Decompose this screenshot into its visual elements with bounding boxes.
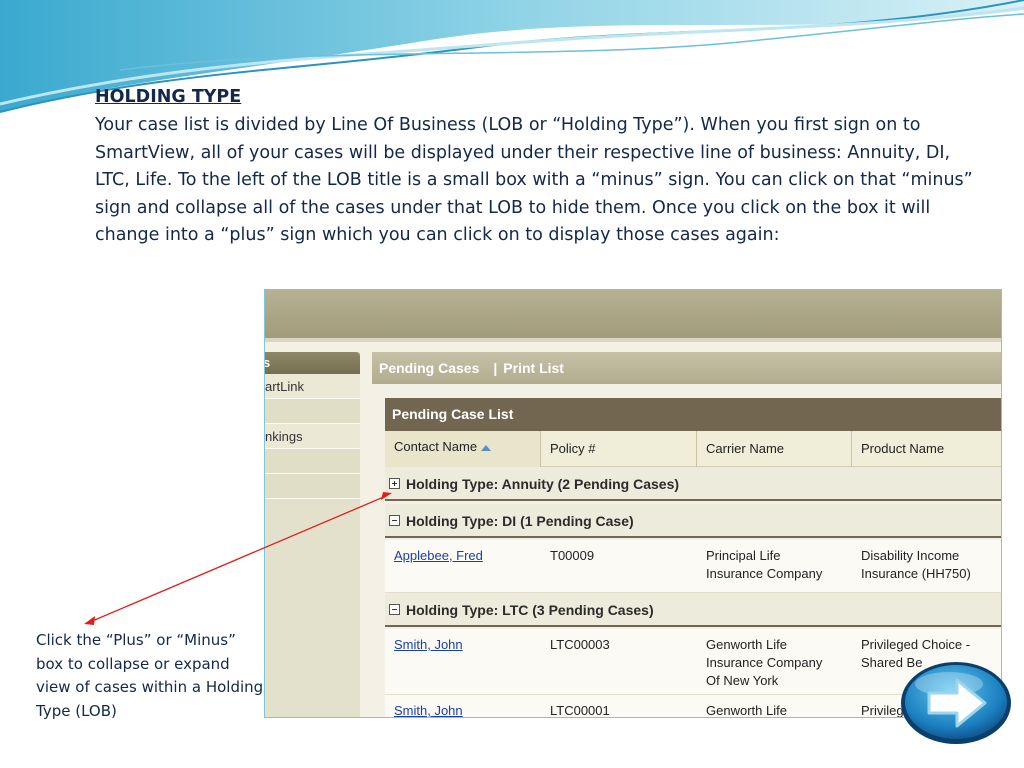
table-row: Applebee, Fred T00009 Principal Life Insu… [385,540,1001,593]
cell-contact: Smith, John [385,629,541,694]
next-arrow-icon[interactable] [899,660,1013,746]
slide-intro-text: Your case list is divided by Line Of Bus… [95,115,973,245]
tab-separator: | [493,360,498,376]
cell-carrier: Principal Life Insurance Company [706,548,823,581]
pending-case-list-title: Pending Case List [385,398,1001,431]
sidebar-item-smartlink[interactable]: artLink [265,374,360,399]
cell-contact: Smith, John [385,695,541,717]
group-label: Holding Type: DI (1 Pending Case) [406,513,634,529]
cell-carrier: Genworth Life Insurance Company Of New Yor… [706,637,823,688]
app-top-bar [265,290,1001,338]
sidebar-item-rankings[interactable]: nkings [265,424,360,449]
sort-ascending-icon [481,444,492,451]
contact-link[interactable]: Smith, John [394,637,463,652]
smartview-screenshot: s artLink nkings Pending Cases | Print Lis… [264,289,1002,718]
group-di: Holding Type: DI (1 Pending Case) [385,504,1001,538]
annotation-note: Click the “Plus” or “Minus” box to colla… [36,631,264,720]
tab-pending-cases[interactable]: Pending Cases [379,360,479,376]
group-annuity: Holding Type: Annuity (2 Pending Cases) [385,467,1001,501]
group-ltc: Holding Type: LTC (3 Pending Cases) [385,593,1001,627]
sidebar: s artLink nkings [265,352,360,717]
column-carrier-name[interactable]: Carrier Name [697,431,852,467]
app-top-strip [265,338,1001,342]
cell-carrier: Genworth Life [706,703,787,718]
cell-policy: LTC00001 [550,703,610,718]
group-label: Holding Type: LTC (3 Pending Cases) [406,602,654,618]
expand-plus-icon[interactable] [389,478,400,490]
table-header: Contact Name Policy # Carrier Name Produ… [385,431,1001,467]
collapse-minus-icon[interactable] [389,604,400,616]
panel-tabs: Pending Cases | Print List [372,352,1001,384]
sidebar-item-empty[interactable] [265,474,360,499]
column-policy[interactable]: Policy # [541,431,697,467]
cell-policy: T00009 [550,548,595,563]
contact-link[interactable]: Smith, John [394,703,463,717]
cell-contact: Applebee, Fred [385,540,541,592]
contact-link[interactable]: Applebee, Fred [394,548,483,563]
slide-heading: HOLDING TYPE [95,87,242,107]
group-label: Holding Type: Annuity (2 Pending Cases) [406,476,680,492]
collapse-minus-icon[interactable] [389,515,400,527]
sidebar-header-label: s [265,352,360,374]
cell-product: Disability Income Insurance (HH750) [861,548,971,581]
column-contact-name[interactable]: Contact Name [385,431,541,467]
column-product-name[interactable]: Product Name [852,431,1001,467]
column-label: Contact Name [394,439,478,454]
sidebar-header: s [265,352,360,374]
tab-print-list[interactable]: Print List [503,360,564,376]
sidebar-item-empty[interactable] [265,399,360,424]
sidebar-item-empty[interactable] [265,449,360,474]
cell-policy: LTC00003 [550,637,610,652]
